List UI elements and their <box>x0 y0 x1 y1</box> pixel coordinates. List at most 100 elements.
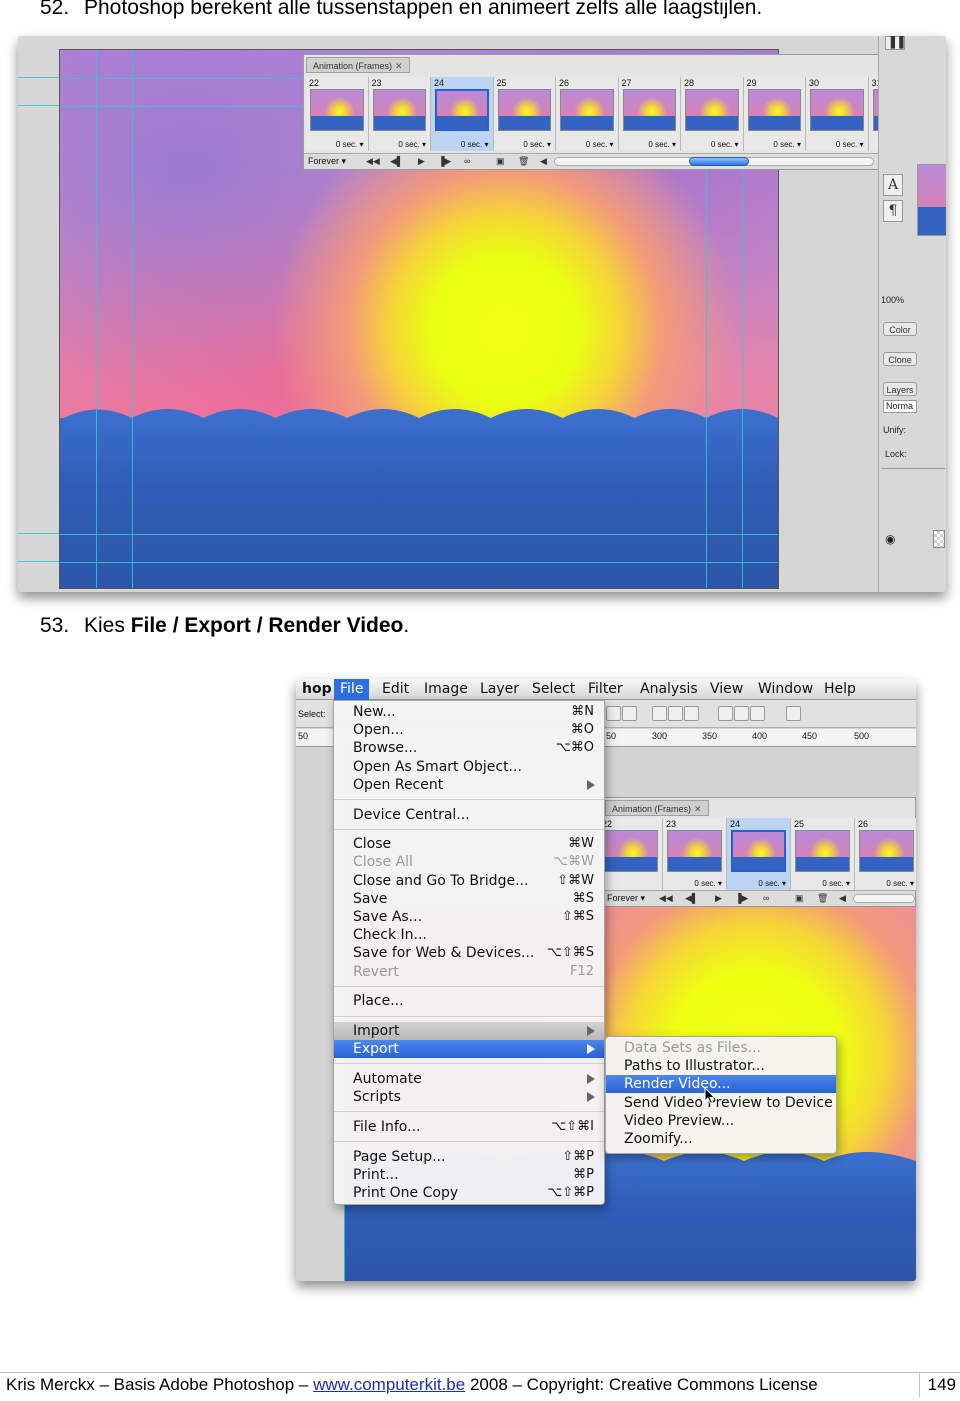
previous-frame-icon[interactable]: ◀▌ <box>685 893 698 904</box>
menu-item-check-in[interactable]: Check In... <box>334 926 604 944</box>
first-frame-icon[interactable]: ◀◀ <box>659 893 673 904</box>
animation-frame[interactable]: 23 0 sec. ▾ <box>663 818 727 890</box>
menu-item-scripts[interactable]: Scripts <box>334 1088 604 1106</box>
menu-item-import[interactable]: Import <box>334 1022 604 1040</box>
align-button[interactable] <box>668 706 683 721</box>
animation-frame[interactable]: 25 0 sec. ▾ <box>493 77 556 151</box>
animation-frame[interactable]: 30 0 sec. ▾ <box>806 77 869 151</box>
loop-select[interactable]: Forever ▾ <box>308 156 346 167</box>
auto-align-button[interactable] <box>786 706 801 721</box>
previous-frame-icon[interactable]: ◀▌ <box>390 156 403 167</box>
animation-frame[interactable]: 24 0 sec. ▾ <box>431 77 494 151</box>
menu-layer[interactable]: Layer <box>474 679 525 700</box>
eye-icon[interactable]: ◉ <box>885 532 895 546</box>
frame-delay[interactable]: 0 sec. ▾ <box>773 140 801 149</box>
menu-item-print[interactable]: Print... ⌘P <box>334 1166 604 1184</box>
frame-delay[interactable]: 0 sec. ▾ <box>836 140 864 149</box>
frame-delay[interactable]: 0 sec. ▾ <box>886 879 914 888</box>
clone-tab[interactable]: Clone <box>883 352 917 366</box>
frame-delay[interactable]: 0 sec. ▾ <box>711 140 739 149</box>
animation-frame[interactable]: 25 0 sec. ▾ <box>791 818 855 890</box>
animation-frame[interactable]: 26 0 sec. ▾ <box>556 77 619 151</box>
tween-icon[interactable]: ∞ <box>763 893 769 903</box>
menu-filter[interactable]: Filter <box>582 679 629 700</box>
play-icon[interactable]: ▶ <box>715 893 722 904</box>
align-button[interactable] <box>652 706 667 721</box>
trash-icon[interactable]: 🗑 <box>518 156 529 167</box>
menu-item-export[interactable]: Export <box>334 1040 604 1059</box>
menu-help[interactable]: Help <box>818 679 862 700</box>
character-icon[interactable]: A <box>883 174 903 196</box>
play-icon[interactable]: ▶ <box>418 156 425 167</box>
distribute-button[interactable] <box>734 706 749 721</box>
next-frame-icon[interactable]: ▐▶ <box>735 893 748 904</box>
footer-link[interactable]: www.computerkit.be <box>313 1375 465 1394</box>
scroll-left-icon[interactable]: ◀ <box>839 893 846 904</box>
animation-frame[interactable]: 27 0 sec. ▾ <box>618 77 681 151</box>
menu-item-open[interactable]: Open... ⌘O <box>334 721 604 739</box>
animation-frame[interactable]: 28 0 sec. ▾ <box>681 77 744 151</box>
animation-frame[interactable]: 24 0 sec. ▾ <box>727 818 791 890</box>
animation-frame[interactable]: 22 0 sec. ▾ <box>306 77 369 151</box>
frame-delay[interactable]: 0 sec. ▾ <box>523 140 551 149</box>
close-icon[interactable]: ✕ <box>395 61 403 71</box>
submenu-item-zoomify[interactable]: Zoomify... <box>606 1130 836 1148</box>
align-button[interactable] <box>606 706 621 721</box>
menu-item-automate[interactable]: Automate <box>334 1070 604 1088</box>
menu-item-save-as[interactable]: Save As... ⇧⌘S <box>334 908 604 926</box>
dock-collapse-icon[interactable]: ▐▐ <box>885 36 905 50</box>
frame-delay[interactable]: 0 sec. ▾ <box>822 879 850 888</box>
menu-item-close-and-go-to-bridge[interactable]: Close and Go To Bridge... ⇧⌘W <box>334 872 604 890</box>
menu-item-browse[interactable]: Browse... ⌥⌘O <box>334 739 604 757</box>
app-menu[interactable]: hop <box>296 679 338 700</box>
layers-tab[interactable]: Layers <box>883 382 917 396</box>
next-frame-icon[interactable]: ▐▶ <box>438 156 451 167</box>
frame-delay[interactable]: 0 sec. ▾ <box>336 140 364 149</box>
animation-tab[interactable]: Animation (Frames) ✕ <box>306 57 410 73</box>
frame-delay[interactable]: 0 sec. ▾ <box>586 140 614 149</box>
blend-mode-select[interactable]: Norma <box>883 400 917 413</box>
menu-view[interactable]: View <box>704 679 749 700</box>
frame-delay[interactable]: 0 sec. ▾ <box>758 879 786 888</box>
duplicate-frame-icon[interactable]: ▣ <box>795 893 804 904</box>
animation-frame[interactable]: 29 0 sec. ▾ <box>743 77 806 151</box>
menu-item-save[interactable]: Save ⌘S <box>334 890 604 908</box>
menu-item-print-one-copy[interactable]: Print One Copy ⌥⇧⌘P <box>334 1184 604 1202</box>
submenu-item-video-preview[interactable]: Video Preview... <box>606 1112 836 1130</box>
first-frame-icon[interactable]: ◀◀ <box>366 156 380 167</box>
menu-item-open-recent[interactable]: Open Recent <box>334 776 604 794</box>
horizontal-scrollbar[interactable] <box>853 894 915 903</box>
menu-item-close[interactable]: Close ⌘W <box>334 835 604 853</box>
trash-icon[interactable]: 🗑 <box>817 893 828 904</box>
frame-delay[interactable]: 0 sec. ▾ <box>398 140 426 149</box>
scroll-left-icon[interactable]: ◀ <box>540 156 547 167</box>
submenu-item-render-video[interactable]: Render Video... <box>606 1075 836 1094</box>
duplicate-frame-icon[interactable]: ▣ <box>496 156 505 167</box>
animation-frame[interactable]: 26 0 sec. ▾ <box>855 818 916 890</box>
menu-item-new[interactable]: New... ⌘N <box>334 703 604 721</box>
scrollbar-thumb[interactable] <box>689 157 749 166</box>
paragraph-icon[interactable]: ¶ <box>883 200 903 222</box>
menu-analysis[interactable]: Analysis <box>634 679 704 700</box>
submenu-item-paths-to-illustrator[interactable]: Paths to Illustrator... <box>606 1057 836 1075</box>
loop-select[interactable]: Forever ▾ <box>607 893 645 904</box>
menu-item-device-central[interactable]: Device Central... <box>334 806 604 824</box>
menu-item-file-info[interactable]: File Info... ⌥⇧⌘I <box>334 1118 604 1136</box>
frame-delay[interactable]: 0 sec. ▾ <box>694 879 722 888</box>
frame-delay[interactable]: 0 sec. ▾ <box>648 140 676 149</box>
align-button[interactable] <box>684 706 699 721</box>
align-button[interactable] <box>622 706 637 721</box>
animation-frame[interactable]: 23 0 sec. ▾ <box>368 77 431 151</box>
distribute-button[interactable] <box>750 706 765 721</box>
submenu-item-send-video-preview-to-device[interactable]: Send Video Preview to Device <box>606 1094 836 1112</box>
tween-icon[interactable]: ∞ <box>464 156 470 166</box>
close-icon[interactable]: ✕ <box>694 804 702 814</box>
animation-frame[interactable]: 22 <box>599 818 663 890</box>
menu-file[interactable]: File <box>334 679 370 700</box>
menu-item-save-for-web-devices[interactable]: Save for Web & Devices... ⌥⇧⌘S <box>334 944 604 962</box>
menu-image[interactable]: Image <box>418 679 474 700</box>
animation-tab[interactable]: Animation (Frames) ✕ <box>605 800 709 816</box>
distribute-button[interactable] <box>718 706 733 721</box>
menu-item-page-setup[interactable]: Page Setup... ⇧⌘P <box>334 1148 604 1166</box>
menu-item-open-as-smart-object[interactable]: Open As Smart Object... <box>334 758 604 776</box>
